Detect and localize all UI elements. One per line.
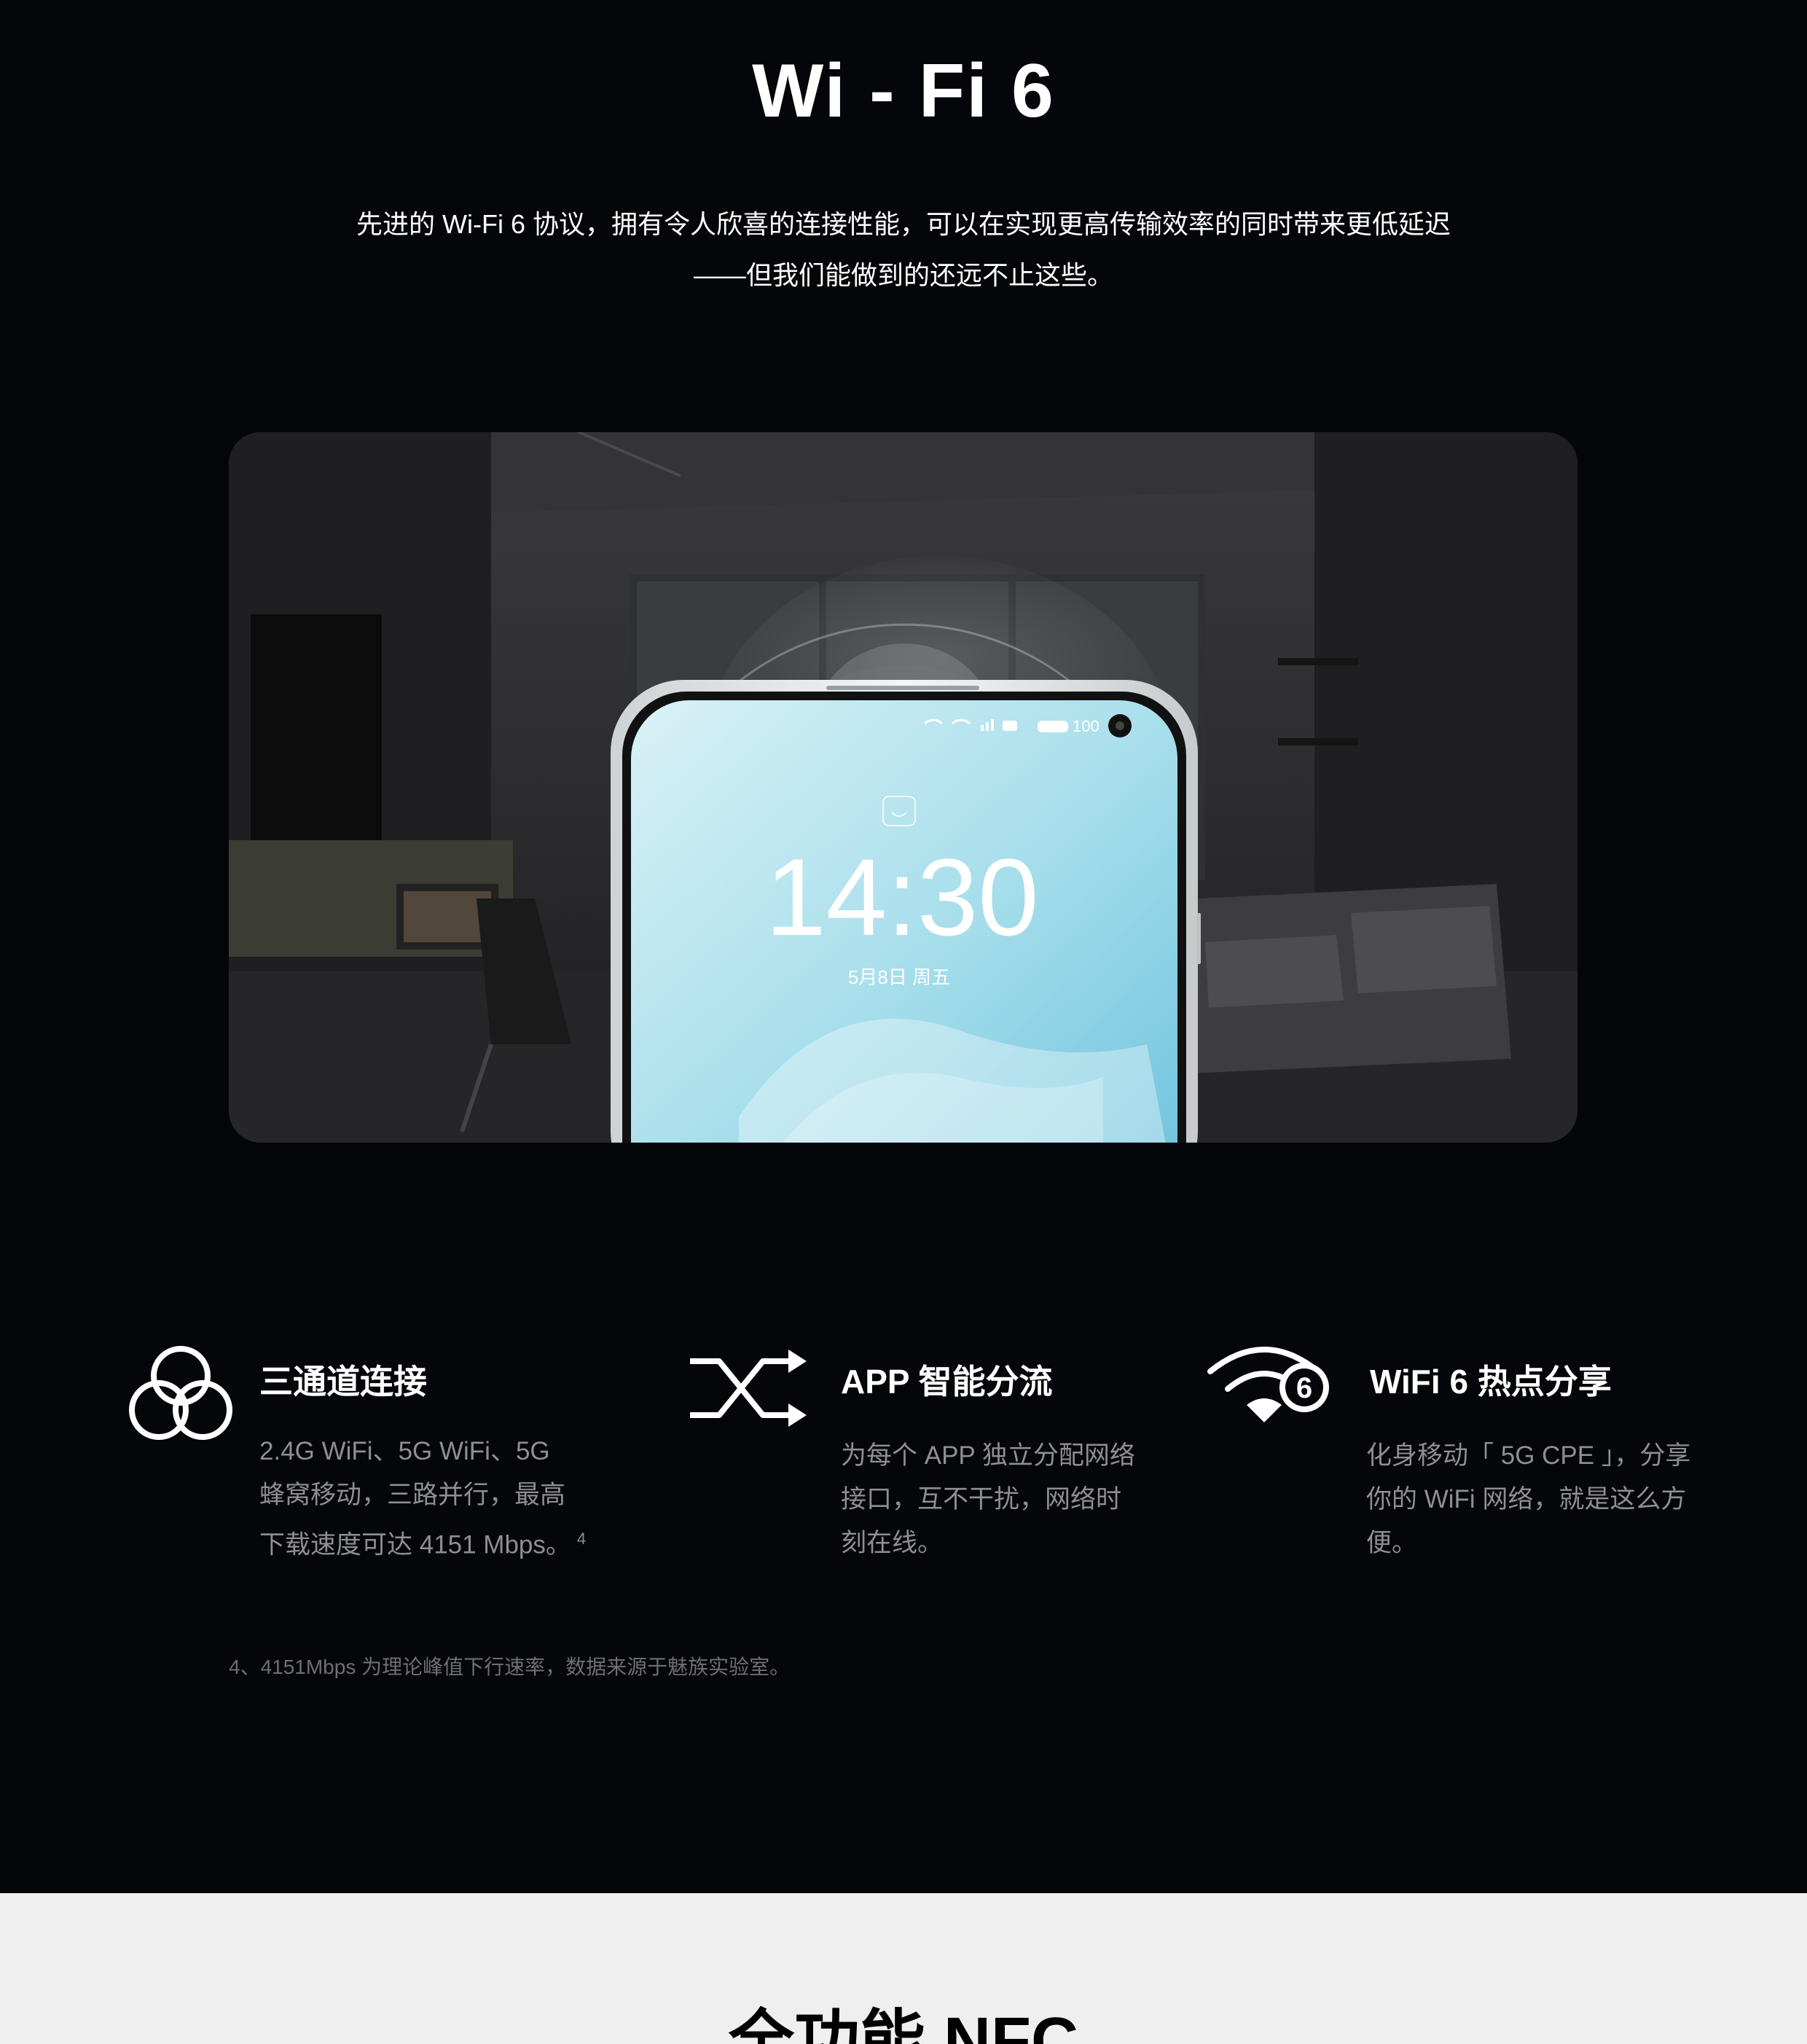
living-room-phone-image: 100 14:30 5月8日 周五	[229, 432, 1577, 1143]
features-row: 三通道连接 2.4G WiFi、5G WiFi、5G 蜂窝移动，三路并行，最高 …	[0, 1341, 1807, 1589]
footnote-ref: 4	[576, 1530, 587, 1548]
feature-description: 为每个 APP 独立分配网络 接口，互不干扰，网络时 刻在线。	[841, 1441, 1135, 1557]
wifi6-section: Wi - Fi 6 先进的 Wi-Fi 6 协议，拥有令人欣喜的连接性能，可以在…	[0, 0, 1807, 1893]
feature-title: APP 智能分流	[841, 1363, 1053, 1401]
footnote: 4、4151Mbps 为理论峰值下行速率，数据来源于魅族实验室。	[229, 1656, 791, 1678]
feature-description: 2.4G WiFi、5G WiFi、5G 蜂窝移动，三路并行，最高 下载速度可达…	[259, 1437, 587, 1559]
wifi6-icon: 6	[1206, 1341, 1337, 1439]
section-subtitle-line-1: 先进的 Wi-Fi 6 协议，拥有令人欣喜的连接性能，可以在实现更高传输效率的同…	[356, 209, 1451, 239]
section-title: Wi - Fi 6	[752, 49, 1055, 133]
lockscreen-time: 14:30	[765, 836, 1038, 958]
shuffle-icon	[686, 1341, 810, 1439]
lockscreen-date: 5月8日 周五	[848, 966, 950, 988]
feature-description: 化身移动「 5G CPE 」，分享 你的 WiFi 网络，就是这么方 便。	[1366, 1441, 1691, 1557]
nfc-section-title: 全功能 NFC	[729, 2005, 1078, 2044]
feature-title: 三通道连接	[259, 1363, 427, 1401]
feature-title: WiFi 6 热点分享	[1370, 1363, 1612, 1401]
three-rings-icon	[126, 1341, 235, 1446]
section-subtitle-line-2: ——但我们能做到的还远不止这些。	[693, 260, 1113, 290]
nfc-section: 全功能 NFC	[0, 1893, 1807, 2044]
svg-text:6: 6	[1296, 1372, 1312, 1404]
status-battery-text: 100	[1073, 717, 1100, 735]
